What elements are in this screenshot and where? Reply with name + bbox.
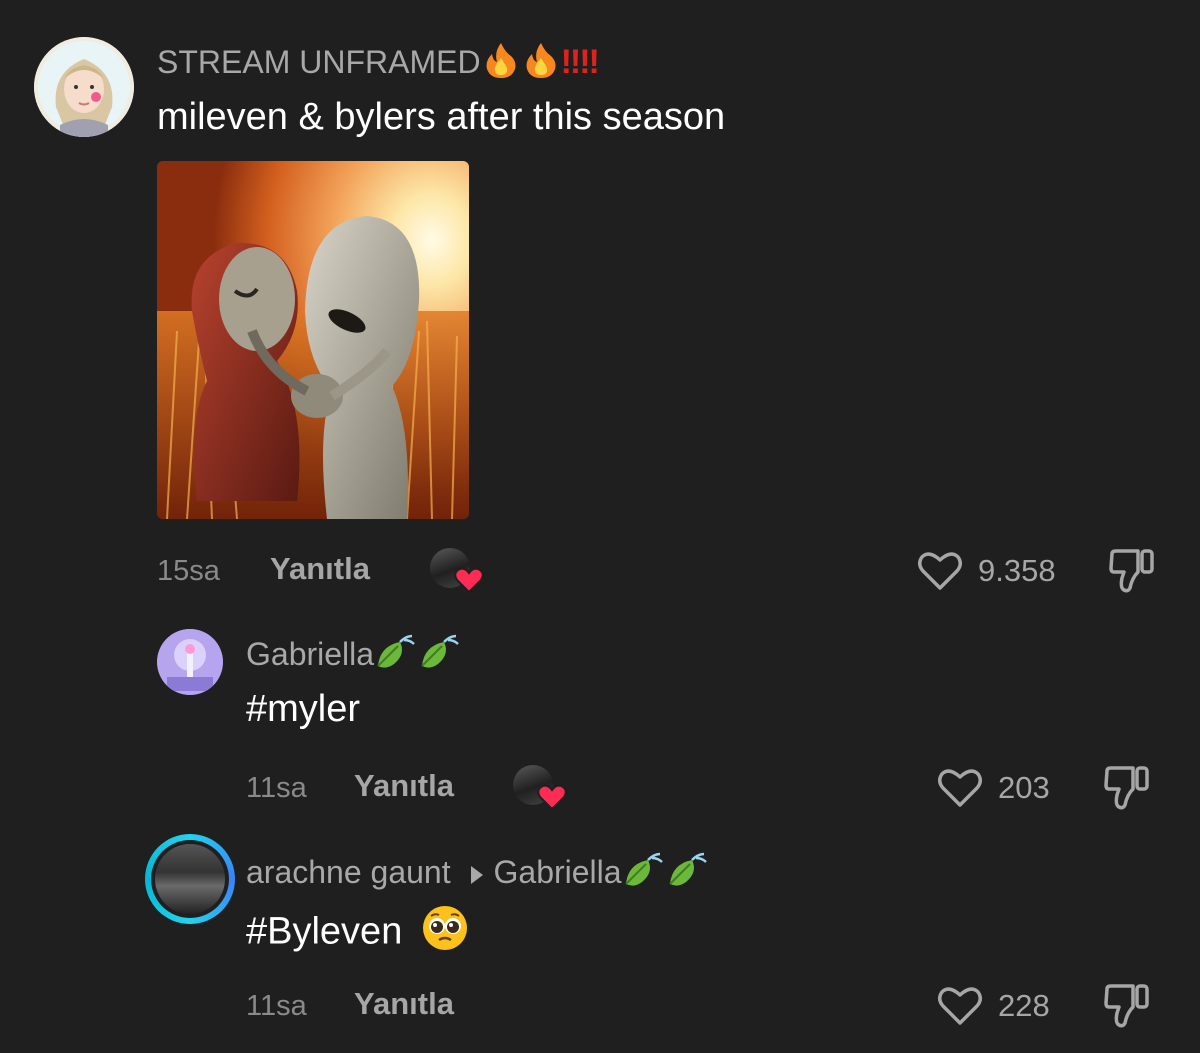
leaf-icon: [666, 850, 710, 899]
like-button[interactable]: [937, 985, 983, 1032]
aliens-in-wheat-field-image: [157, 161, 469, 519]
heart-filled-icon: [454, 567, 484, 594]
comment-time: 11sa: [246, 772, 307, 804]
reply-to-username[interactable]: Gabriella: [494, 854, 622, 890]
pleading-face-emoji: [421, 904, 469, 963]
like-button[interactable]: [917, 550, 963, 597]
avatar[interactable]: [145, 834, 235, 924]
reply-button[interactable]: Yanıtla: [270, 551, 370, 587]
dislike-button[interactable]: [1108, 548, 1158, 599]
heart-outline-icon: [938, 987, 982, 1025]
reply-button[interactable]: Yanıtla: [354, 768, 454, 804]
comment-time: 15sa: [157, 555, 220, 587]
creator-liked-badge: [430, 548, 486, 596]
like-button[interactable]: [937, 767, 983, 814]
avatar[interactable]: [34, 37, 134, 137]
leaf-icon: [374, 632, 418, 681]
avatar-image: [155, 844, 225, 914]
avatar-image: [157, 629, 223, 695]
like-count: 228: [998, 988, 1050, 1023]
username-text: Gabriella: [246, 635, 375, 672]
comment-text: #Byleven: [246, 904, 469, 963]
creator-liked-badge: [513, 765, 569, 813]
comment-image[interactable]: [157, 161, 469, 519]
leaf-icon: [418, 632, 462, 681]
comment-text-body: #Byleven: [246, 910, 403, 953]
username-text: STREAM UNFRAMED: [157, 43, 481, 80]
like-count: 203: [998, 770, 1050, 805]
thumbs-down-icon: [1109, 549, 1154, 593]
heart-outline-icon: [938, 769, 982, 807]
avatar-image: [34, 37, 134, 137]
heart-outline-icon: [918, 552, 962, 590]
username-text: arachne gaunt: [246, 853, 451, 890]
thumbs-down-icon: [1104, 984, 1149, 1028]
avatar[interactable]: [157, 629, 223, 695]
comment-time: 11sa: [246, 990, 307, 1022]
comment-text: mileven & bylers after this season: [157, 96, 726, 138]
heart-filled-icon: [537, 784, 567, 811]
dislike-button[interactable]: [1103, 983, 1153, 1034]
dislike-button[interactable]: [1103, 765, 1153, 816]
like-count: 9.358: [978, 553, 1056, 588]
leaf-icon: [622, 850, 666, 899]
fire-icon: [481, 40, 521, 89]
comments-page: STREAM UNFRAMED !!!! mileven & bylers af…: [0, 0, 1200, 1053]
comment-username[interactable]: STREAM UNFRAMED !!!!: [157, 40, 600, 89]
fire-icon: [521, 40, 561, 89]
comment-username[interactable]: Gabriella: [246, 632, 462, 681]
thumbs-down-icon: [1104, 766, 1149, 810]
reply-button[interactable]: Yanıtla: [354, 986, 454, 1022]
comment-username[interactable]: arachne gaunt Gabriella: [246, 850, 710, 899]
exclamation-marks: !!!!: [560, 42, 600, 81]
comment-text: #myler: [246, 688, 361, 730]
caret-right-icon: [468, 855, 486, 895]
